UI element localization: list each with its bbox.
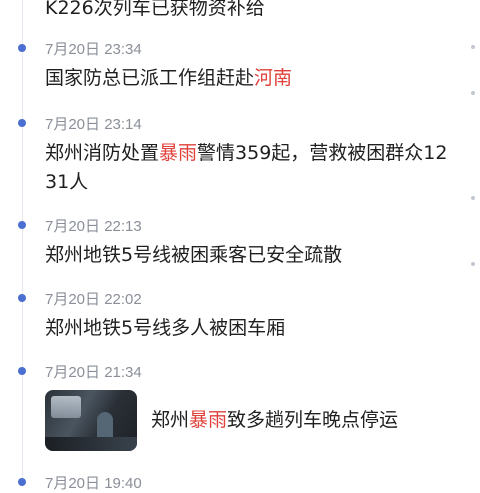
- timeline-dot: [18, 294, 26, 302]
- headline-text: 郑州: [151, 409, 190, 431]
- headline-text: 致多趟列车晚点停运: [227, 409, 399, 431]
- entry-headline[interactable]: 郑州消防处置暴雨警情359起，营救被困群众1231人: [45, 139, 455, 197]
- entry-headline[interactable]: 郑州暴雨致多趟列车晚点停运: [151, 406, 398, 435]
- scroll-indicator-dot: [471, 262, 475, 266]
- entry-time: 7月20日 21:34: [45, 364, 142, 381]
- scroll-indicator-dot: [471, 91, 475, 95]
- thumbnail-floor-shape: [45, 437, 137, 451]
- entry-time: 7月20日 19:40: [45, 475, 142, 492]
- timeline-rail: [22, 0, 23, 480]
- entry-headline[interactable]: 郑州地铁5号线多人被困车厢: [45, 314, 465, 343]
- headline-text: 郑州消防处置: [45, 142, 160, 164]
- timeline-dot: [18, 478, 26, 486]
- headline-text: 国家防总已派工作组赶赴: [45, 67, 255, 89]
- headline-keyword-highlight: 暴雨: [159, 142, 198, 164]
- entry-time: 7月20日 22:13: [45, 218, 142, 235]
- timeline-dot: [18, 221, 26, 229]
- news-timeline: K226次列车已获物资补给 7月20日 23:34 国家防总已派工作组赶赴河南 …: [0, 0, 480, 492]
- headline-text: 郑州地铁5号线被困乘客已安全疏散: [45, 244, 343, 266]
- thumbnail-window-shape: [51, 396, 81, 418]
- headline-keyword-highlight: 暴雨: [189, 409, 228, 431]
- headline-keyword-highlight: 河南: [254, 67, 293, 89]
- scroll-indicator-dot: [471, 45, 475, 49]
- timeline-headline-partial[interactable]: K226次列车已获物资补给: [45, 0, 465, 23]
- scroll-indicator-dot: [471, 196, 475, 200]
- news-thumbnail-image[interactable]: [45, 390, 137, 451]
- entry-time: 7月20日 22:02: [45, 291, 142, 308]
- timeline-dot: [18, 367, 26, 375]
- timeline-dot: [18, 44, 26, 52]
- entry-headline[interactable]: 郑州地铁5号线被困乘客已安全疏散: [45, 241, 465, 270]
- entry-time: 7月20日 23:34: [45, 41, 142, 58]
- entry-headline[interactable]: 国家防总已派工作组赶赴河南: [45, 64, 465, 93]
- entry-time: 7月20日 23:14: [45, 116, 142, 133]
- headline-text: 郑州地铁5号线多人被困车厢: [45, 317, 286, 339]
- timeline-dot: [18, 119, 26, 127]
